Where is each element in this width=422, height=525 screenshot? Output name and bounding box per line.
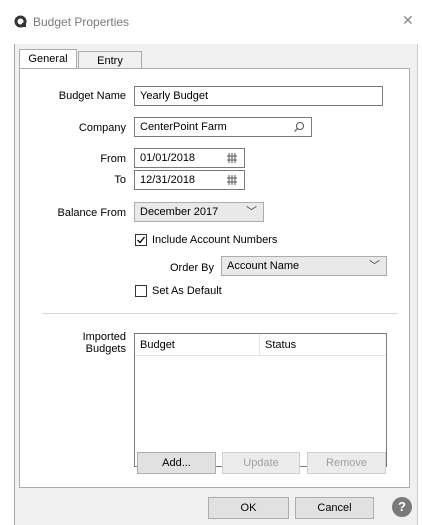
chevron-down-icon: ﹀ — [246, 206, 257, 218]
ok-button[interactable]: OK — [208, 497, 289, 519]
app-logo-icon — [14, 15, 27, 28]
list-header: Budget Status — [135, 334, 386, 356]
column-header-budget[interactable]: Budget — [140, 339, 175, 351]
include-account-numbers-label: Include Account Numbers — [152, 234, 278, 246]
to-date-value: 12/31/2018 — [140, 174, 196, 186]
tab-entry-mode[interactable]: Entry Mode — [78, 51, 142, 85]
add-button[interactable]: Add... — [137, 452, 216, 474]
balance-from-value: December 2017 — [140, 206, 219, 218]
from-date-value: 01/01/2018 — [140, 152, 196, 164]
imported-budgets-label: Imported Budgets — [56, 331, 126, 355]
calendar-icon[interactable] — [227, 153, 237, 163]
update-button[interactable]: Update — [222, 452, 300, 474]
set-as-default-checkbox[interactable] — [135, 285, 147, 297]
calendar-icon[interactable] — [227, 175, 237, 185]
company-label: Company — [78, 122, 126, 134]
imported-budgets-list[interactable]: Budget Status — [134, 333, 387, 467]
remove-button[interactable]: Remove — [307, 452, 386, 474]
imported-budgets-label-line1: Imported — [82, 331, 126, 343]
company-value: CenterPoint Farm — [140, 121, 227, 133]
balance-from-select[interactable]: December 2017 ﹀ — [134, 202, 264, 222]
order-by-select[interactable]: Account Name ﹀ — [221, 256, 387, 276]
from-label: From — [100, 153, 126, 165]
window-title: Budget Properties — [33, 15, 130, 29]
column-divider — [259, 334, 260, 356]
close-button[interactable]: ✕ — [402, 13, 414, 27]
check-icon — [137, 236, 146, 244]
order-by-value: Account Name — [227, 260, 300, 272]
chevron-down-icon: ﹀ — [369, 260, 380, 272]
company-field[interactable]: CenterPoint Farm — [134, 117, 312, 137]
set-as-default-label: Set As Default — [152, 285, 222, 297]
tab-general[interactable]: General — [19, 49, 77, 69]
section-divider — [42, 313, 398, 314]
from-date-field[interactable]: 01/01/2018 — [134, 148, 245, 168]
order-by-label: Order By — [169, 262, 214, 274]
cancel-button[interactable]: Cancel — [295, 497, 374, 519]
search-icon[interactable] — [293, 121, 305, 133]
budget-name-label: Budget Name — [58, 90, 126, 102]
help-icon[interactable]: ? — [392, 497, 412, 517]
include-account-numbers-checkbox[interactable] — [135, 234, 147, 246]
column-header-status[interactable]: Status — [265, 339, 296, 351]
to-date-field[interactable]: 12/31/2018 — [134, 170, 245, 190]
balance-from-label: Balance From — [57, 207, 126, 219]
to-label: To — [114, 174, 126, 186]
budget-name-field[interactable]: Yearly Budget — [134, 86, 383, 106]
imported-budgets-label-line2: Budgets — [85, 343, 126, 355]
